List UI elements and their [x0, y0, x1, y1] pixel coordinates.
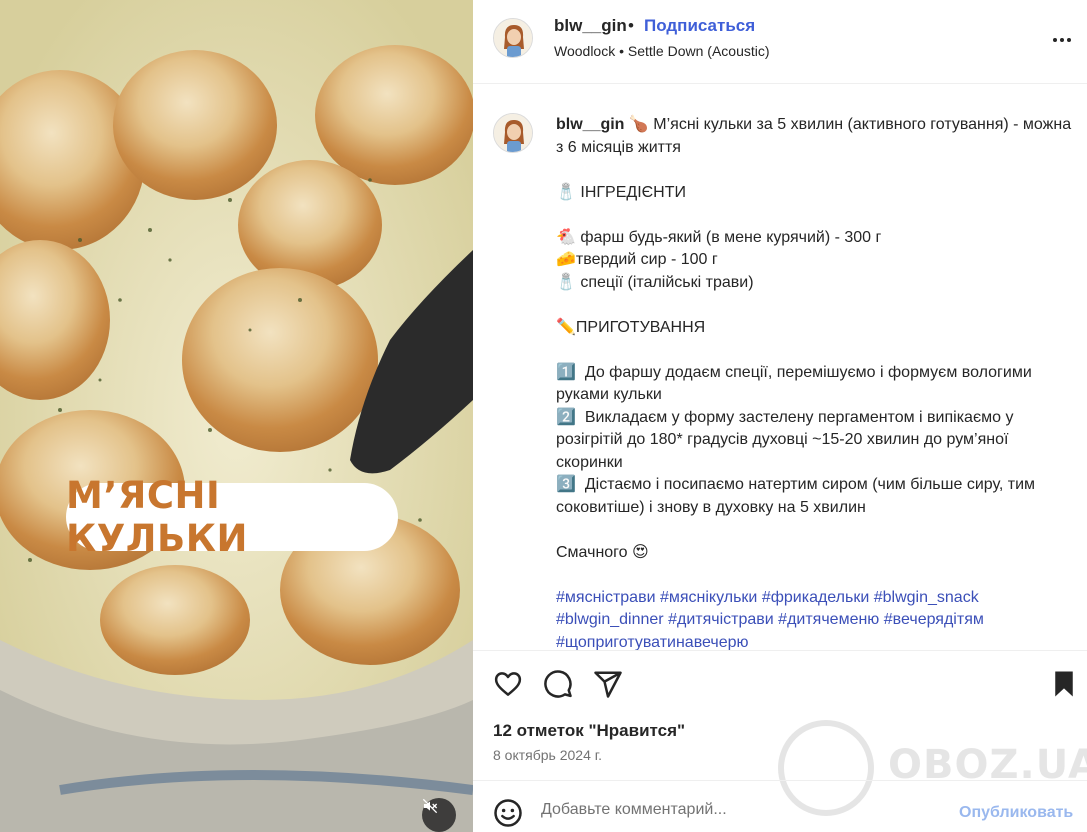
caption-title: 🍗 М’ясні кульки за 5 хвилин (активного г…: [556, 116, 1076, 156]
meatballs-photo: [0, 0, 473, 832]
hashtag-link[interactable]: #мясністрави: [556, 589, 656, 606]
mute-button[interactable]: [422, 798, 456, 832]
paper-plane-icon[interactable]: [593, 669, 623, 699]
post-comment-button[interactable]: Опубликовать: [959, 804, 1073, 822]
ingredients-heading: 🧂 ІНГРЕДІЄНТИ: [556, 183, 686, 201]
muted-speaker-icon: [422, 798, 438, 814]
caption-text: blw__gin 🍗 М’ясні кульки за 5 хвилин (ак…: [556, 114, 1076, 650]
post-date: 8 октябрь 2024 г.: [493, 747, 603, 763]
caption-avatar[interactable]: [493, 113, 533, 153]
music-track: Settle Down (Acoustic): [627, 43, 770, 59]
method-step: 2️⃣ Викладаєм у форму застелену пергамен…: [556, 408, 1018, 471]
ingredient-item: 🧂 спеції (італійські трави): [556, 273, 754, 291]
comment-bar: Опубликовать: [473, 780, 1087, 832]
post-caption: blw__gin 🍗 М’ясні кульки за 5 хвилин (ак…: [473, 85, 1087, 650]
author-username[interactable]: blw__gin: [554, 16, 627, 36]
hashtag-link[interactable]: #фрикадельки: [762, 589, 869, 606]
video-title-overlay: М’ЯСНІ КУЛЬКИ: [66, 474, 398, 560]
user-avatar-icon: [494, 114, 532, 152]
post-header: blw__gin • Подписаться Woodlock • Settle…: [473, 0, 1087, 84]
music-artist: Woodlock: [554, 43, 616, 59]
method-heading: ✏️ПРИГОТУВАННЯ: [556, 318, 706, 336]
header-separator: •: [628, 16, 634, 35]
user-avatar-icon: [494, 19, 532, 57]
music-info[interactable]: Woodlock • Settle Down (Acoustic): [554, 43, 770, 59]
hashtag-link[interactable]: #вечерядітям: [884, 611, 984, 628]
hashtag-link[interactable]: #blwgin_dinner: [556, 611, 664, 628]
follow-button[interactable]: Подписаться: [644, 16, 755, 36]
like-count[interactable]: 12 отметок "Нравится": [493, 721, 685, 741]
hashtag-link[interactable]: #дитячеменю: [778, 611, 879, 628]
caption-closing: Смачного 😍: [556, 543, 649, 561]
music-separator: •: [619, 43, 625, 59]
bookmark-icon[interactable]: [1049, 669, 1079, 699]
post-details-panel: blw__gin • Подписаться Woodlock • Settle…: [473, 0, 1087, 832]
hashtags: #мясністрави #мяснікульки #фрикадельки #…: [556, 587, 1076, 651]
ingredient-item: 🐔 фарш будь-який (в мене курячий) - 300 …: [556, 228, 882, 246]
method-step: 3️⃣ Дістаємо і посипаємо натертим сиром …: [556, 476, 1040, 516]
hashtag-link[interactable]: #дитячістрави: [668, 611, 774, 628]
smiley-icon[interactable]: [493, 798, 523, 828]
comment-input[interactable]: [541, 795, 931, 825]
post-media[interactable]: М’ЯСНІ КУЛЬКИ: [0, 0, 473, 832]
post-actions: 12 отметок "Нравится" 8 октябрь 2024 г.: [473, 650, 1087, 780]
avatar[interactable]: [493, 18, 533, 58]
more-horizontal-icon[interactable]: [1050, 28, 1074, 52]
method-step: 1️⃣ До фаршу додаєм спеції, перемішуємо …: [556, 363, 1037, 404]
speech-bubble-icon[interactable]: [543, 669, 573, 699]
hashtag-link[interactable]: #щоприготуватинавечерю: [556, 634, 749, 651]
video-title-text: М’ЯСНІ КУЛЬКИ: [66, 474, 248, 560]
ingredient-item: 🧀твердий сир - 100 г: [556, 251, 718, 268]
heart-icon[interactable]: [493, 669, 523, 699]
hashtag-link[interactable]: #blwgin_snack: [874, 589, 979, 606]
hashtag-link[interactable]: #мяснікульки: [660, 589, 757, 606]
caption-username[interactable]: blw__gin: [556, 116, 624, 133]
